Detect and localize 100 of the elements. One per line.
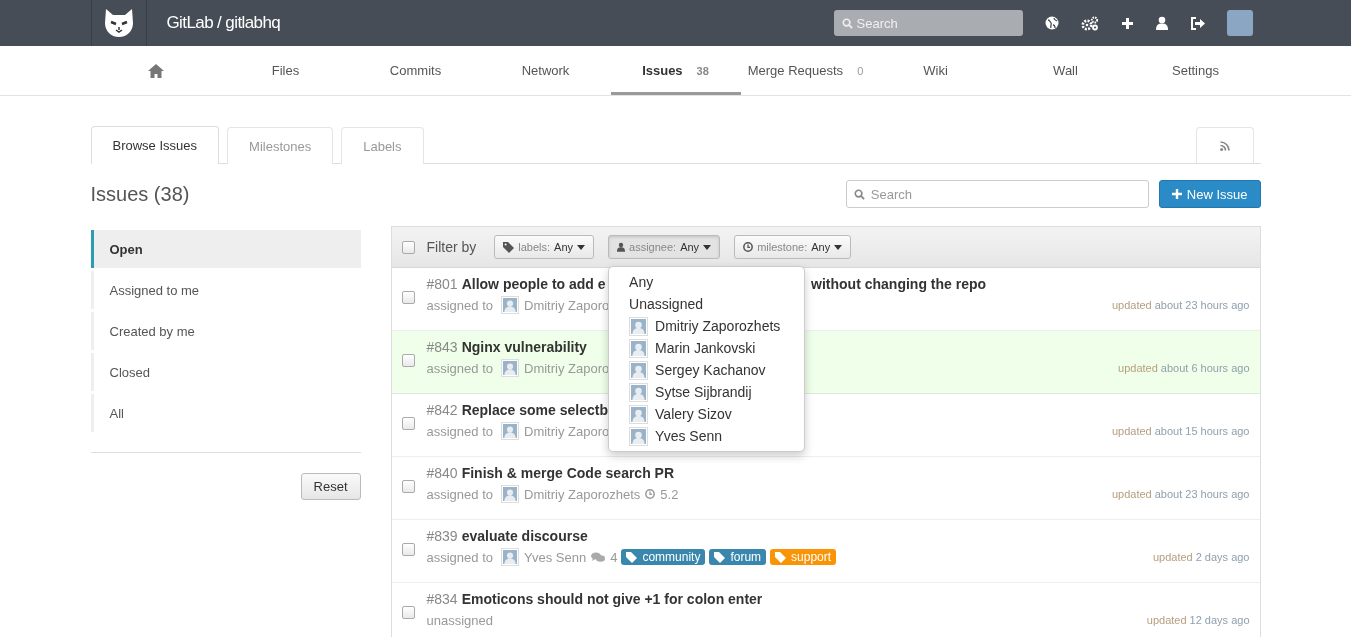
checkbox[interactable]: [401, 417, 415, 430]
avatar-icon: [629, 426, 649, 446]
updated-time: 2 days ago: [1195, 551, 1250, 563]
home-icon: [146, 63, 165, 78]
avatar-icon[interactable]: [1226, 10, 1253, 36]
menu-item[interactable]: Unassigned: [609, 293, 805, 315]
search-field[interactable]: Search: [833, 10, 1023, 36]
avatar-icon: [629, 316, 649, 336]
comments-icon: [591, 551, 606, 563]
avatar-icon: [501, 359, 519, 377]
filter-link[interactable]: Open: [90, 230, 361, 268]
avatar-icon: [629, 360, 649, 380]
rss-tab[interactable]: [1195, 127, 1254, 163]
caret-icon: [703, 244, 712, 250]
select-all-checkbox[interactable]: [401, 240, 415, 254]
issue-number: #834: [426, 591, 458, 607]
checkbox[interactable]: [401, 354, 415, 367]
checkbox[interactable]: [401, 291, 415, 304]
filter-dropdown[interactable]: assignee: Any: [608, 235, 721, 259]
issue-title[interactable]: without changing the repo: [811, 276, 987, 292]
nav-tab[interactable]: Network: [480, 49, 611, 95]
user-name: Yves Senn: [655, 428, 722, 444]
user-icon[interactable]: [1155, 16, 1168, 30]
nav-tab[interactable]: Commits: [350, 49, 481, 95]
updated-time: about 23 hours ago: [1154, 488, 1250, 500]
filter-name: labels:: [518, 241, 551, 253]
checkbox[interactable]: [401, 480, 415, 493]
updated-label: updated: [1146, 614, 1187, 626]
issue-row[interactable]: #839 evaluate discourse assigned to Yves Senn 4 community forum support updated 2 days ago: [391, 520, 1260, 583]
avatar-icon: [501, 485, 519, 503]
nav-tab[interactable]: Merge Requests 0: [740, 49, 871, 95]
issue-row[interactable]: #834 Emoticons should not give +1 for colon enter unassigned updated 12 days ago: [391, 583, 1260, 637]
issue-title[interactable]: evaluate discourse: [461, 528, 588, 544]
menu-item[interactable]: Marin Jankovski: [609, 337, 805, 359]
globe-icon[interactable]: [1044, 16, 1059, 30]
avatar-icon: [501, 548, 519, 566]
tag-icon: [626, 551, 638, 563]
user-name: Marin Jankovski: [655, 340, 756, 356]
menu-item[interactable]: Valery Sizov: [609, 403, 805, 425]
issue-title[interactable]: Finish & merge Code search PR: [461, 465, 675, 481]
assignee-label: assigned to: [426, 486, 493, 502]
updated-time: about 6 hours ago: [1160, 362, 1250, 374]
issue-title[interactable]: Allow people to add e: [461, 276, 606, 292]
tag-icon: [714, 551, 726, 563]
plus-icon: [1171, 189, 1182, 199]
comment-count: 4: [610, 549, 618, 565]
assignee-label: unassigned: [426, 612, 493, 628]
rss-icon: [1219, 140, 1230, 151]
issue-number: #839: [426, 528, 458, 544]
filter-dropdown[interactable]: milestone: Any: [734, 235, 852, 259]
filter-name: assignee:: [629, 241, 677, 253]
avatar-icon: [629, 382, 649, 402]
new-issue-button[interactable]: New Issue: [1158, 180, 1261, 208]
sign-out-icon[interactable]: [1189, 16, 1205, 30]
user-name: Dmitriy Zaporozhets: [655, 318, 781, 334]
nav-tab[interactable]: Wall: [1000, 49, 1131, 95]
caret-icon: [834, 244, 843, 250]
issue-label[interactable]: community: [621, 549, 706, 565]
gitlab-logo[interactable]: [90, 0, 147, 46]
issue-title[interactable]: Emoticons should not give +1 for colon enter: [461, 591, 763, 607]
assignee-label: assigned to: [426, 549, 493, 565]
reset-button[interactable]: Reset: [300, 473, 361, 500]
checkbox[interactable]: [401, 606, 415, 619]
assignee-label: assigned to: [426, 297, 493, 313]
issue-title[interactable]: Nginx vulnerability: [461, 339, 587, 355]
clock-icon: [645, 489, 656, 499]
project-title[interactable]: GitLab / gitlabhq: [166, 13, 281, 33]
updated-time: about 15 hours ago: [1154, 425, 1250, 437]
menu-item[interactable]: Yves Senn: [609, 425, 805, 447]
updated-label: updated: [1111, 425, 1152, 437]
menu-item[interactable]: Any: [609, 271, 805, 293]
milestone-text: 5.2: [660, 486, 679, 502]
assignee-label: assigned to: [426, 423, 493, 439]
assignee-label: assigned to: [426, 360, 493, 376]
caret-icon: [577, 244, 586, 250]
updated-label: updated: [1152, 551, 1193, 563]
filter-name: milestone:: [757, 241, 808, 253]
user-name: Sergey Kachanov: [655, 362, 766, 378]
updated-time: 12 days ago: [1189, 614, 1250, 626]
avatar-icon: [629, 404, 649, 424]
page-title: Issues (38): [90, 182, 190, 206]
gears-icon[interactable]: [1080, 15, 1099, 31]
filter-dropdown[interactable]: labels: Any: [494, 235, 595, 259]
issue-label[interactable]: forum: [709, 549, 767, 565]
nav-tab[interactable]: Files: [220, 49, 351, 95]
nav-tab[interactable]: Issues 38: [610, 49, 741, 95]
tab[interactable]: Browse Issues: [90, 126, 220, 164]
tag-icon: [503, 241, 515, 253]
updated-label: updated: [1111, 299, 1152, 311]
issue-row[interactable]: #840 Finish & merge Code search PR assigned to Dmitriy Zaporozhets 5.2 updated about 23 hours ago: [391, 457, 1260, 520]
issue-title[interactable]: Replace some selectb: [461, 402, 608, 418]
issue-number: #801: [426, 276, 458, 292]
user-name: Valery Sizov: [655, 406, 732, 422]
nav-tab[interactable]: Settings: [1130, 49, 1261, 95]
menu-item[interactable]: Sergey Kachanov: [609, 359, 805, 381]
plus-icon[interactable]: [1120, 16, 1134, 30]
checkbox[interactable]: [401, 543, 415, 556]
nav-tab[interactable]: Wiki: [870, 49, 1001, 95]
issue-number: #840: [426, 465, 458, 481]
issue-search-field[interactable]: Search: [845, 180, 1149, 208]
